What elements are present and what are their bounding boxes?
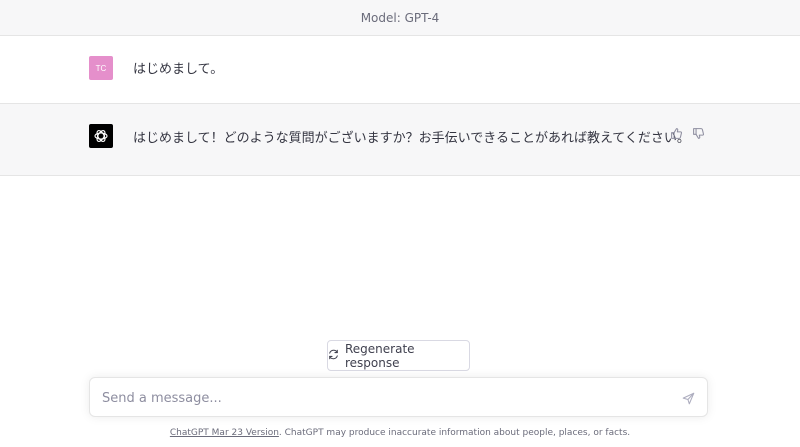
version-link[interactable]: ChatGPT Mar 23 Version — [170, 428, 279, 438]
thumbs-up-icon[interactable] — [669, 126, 683, 140]
footer-disclaimer: ChatGPT Mar 23 Version. ChatGPT may prod… — [0, 428, 800, 442]
openai-logo-icon — [89, 124, 113, 148]
user-message-row: TC はじめまして。 — [0, 36, 800, 104]
assistant-message-text: はじめまして！どのような質問がございますか？お手伝いできることがあれば教えてくだ… — [133, 131, 690, 146]
send-icon[interactable] — [681, 391, 695, 405]
regenerate-label: Regenerate response — [345, 341, 415, 370]
user-avatar: TC — [89, 56, 113, 80]
assistant-message-row: はじめまして！どのような質問がございますか？お手伝いできることがあれば教えてくだ… — [0, 104, 800, 176]
message-composer — [89, 377, 708, 417]
message-input[interactable] — [102, 388, 662, 408]
disclaimer-text: . ChatGPT may produce inaccurate informa… — [278, 428, 631, 438]
model-header: Model: GPT-4 — [0, 0, 800, 36]
refresh-icon — [328, 349, 339, 363]
model-label: Model: GPT-4 — [360, 10, 440, 25]
thumbs-down-icon[interactable] — [691, 126, 705, 140]
regenerate-response-button[interactable]: Regenerate response — [327, 340, 470, 371]
user-avatar-initials: TC — [95, 63, 107, 73]
user-message-text: はじめまして。 — [133, 62, 224, 77]
